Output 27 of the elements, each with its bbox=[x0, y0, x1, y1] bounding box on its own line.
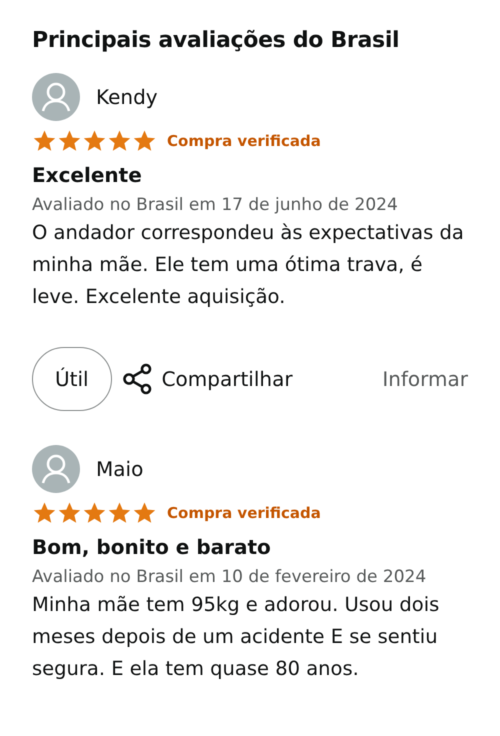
avatar-icon bbox=[32, 445, 80, 493]
review-title: Excelente bbox=[32, 163, 143, 187]
verified-purchase-label: Compra verificada bbox=[167, 504, 321, 522]
avatar-icon bbox=[32, 73, 80, 121]
review-text: O andador correspondeu às expectativas da minha mãe. Ele tem uma ótima trava, é leve. Excelente aquisição. bbox=[32, 220, 465, 310]
star-icon bbox=[82, 501, 107, 525]
reviewer-name: Maio bbox=[96, 457, 144, 481]
review-title: Bom, bonito e barato bbox=[32, 535, 272, 559]
star-icon bbox=[32, 501, 57, 525]
review-date: Avaliado no Brasil em 10 de fevereiro de 2024 bbox=[32, 567, 428, 587]
verified-purchase-label: Compra verificada bbox=[167, 132, 321, 150]
share-icon bbox=[122, 363, 154, 395]
star-icon bbox=[82, 129, 107, 153]
star-icon bbox=[107, 129, 132, 153]
helpful-button[interactable]: Útil bbox=[32, 347, 112, 411]
share-button[interactable]: Compartilhar bbox=[122, 363, 293, 395]
report-link[interactable]: Informar bbox=[382, 367, 468, 391]
reviewer-name: Kendy bbox=[96, 85, 158, 109]
star-icon bbox=[132, 501, 157, 525]
section-heading: Principais avaliações do Brasil bbox=[32, 28, 400, 53]
star-icon bbox=[32, 129, 57, 153]
star-icon bbox=[132, 129, 157, 153]
star-icon bbox=[57, 501, 82, 525]
star-icon bbox=[57, 129, 82, 153]
review-date: Avaliado no Brasil em 17 de junho de 2024 bbox=[32, 195, 399, 215]
review-text: Minha mãe tem 95kg e adorou. Usou dois meses depois de um acidente E se sentiu segura. E ela tem quase 80 anos. bbox=[32, 592, 440, 682]
star-icon bbox=[107, 501, 132, 525]
